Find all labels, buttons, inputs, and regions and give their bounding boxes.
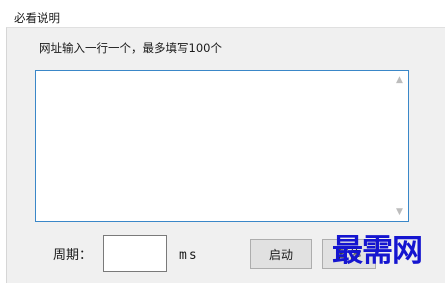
- group-title: 必看说明: [14, 11, 62, 25]
- chevron-down-icon[interactable]: ▼: [391, 205, 408, 219]
- start-button[interactable]: 启动: [250, 239, 312, 269]
- period-input[interactable]: [103, 235, 167, 272]
- period-label: 周期：: [53, 248, 93, 263]
- vertical-scrollbar[interactable]: ▲ ▼: [391, 71, 408, 221]
- unit-label: ms: [179, 248, 199, 263]
- instruction-text: 网址输入一行一个，最多填写100个: [39, 41, 222, 55]
- main-window: 必看说明 网址输入一行一个，最多填写100个 ▲ ▼ 周期： ms 启动 暂停 …: [0, 0, 445, 283]
- stop-button[interactable]: 暂停: [322, 239, 376, 269]
- chevron-up-icon[interactable]: ▲: [391, 73, 408, 87]
- url-input[interactable]: [35, 70, 409, 222]
